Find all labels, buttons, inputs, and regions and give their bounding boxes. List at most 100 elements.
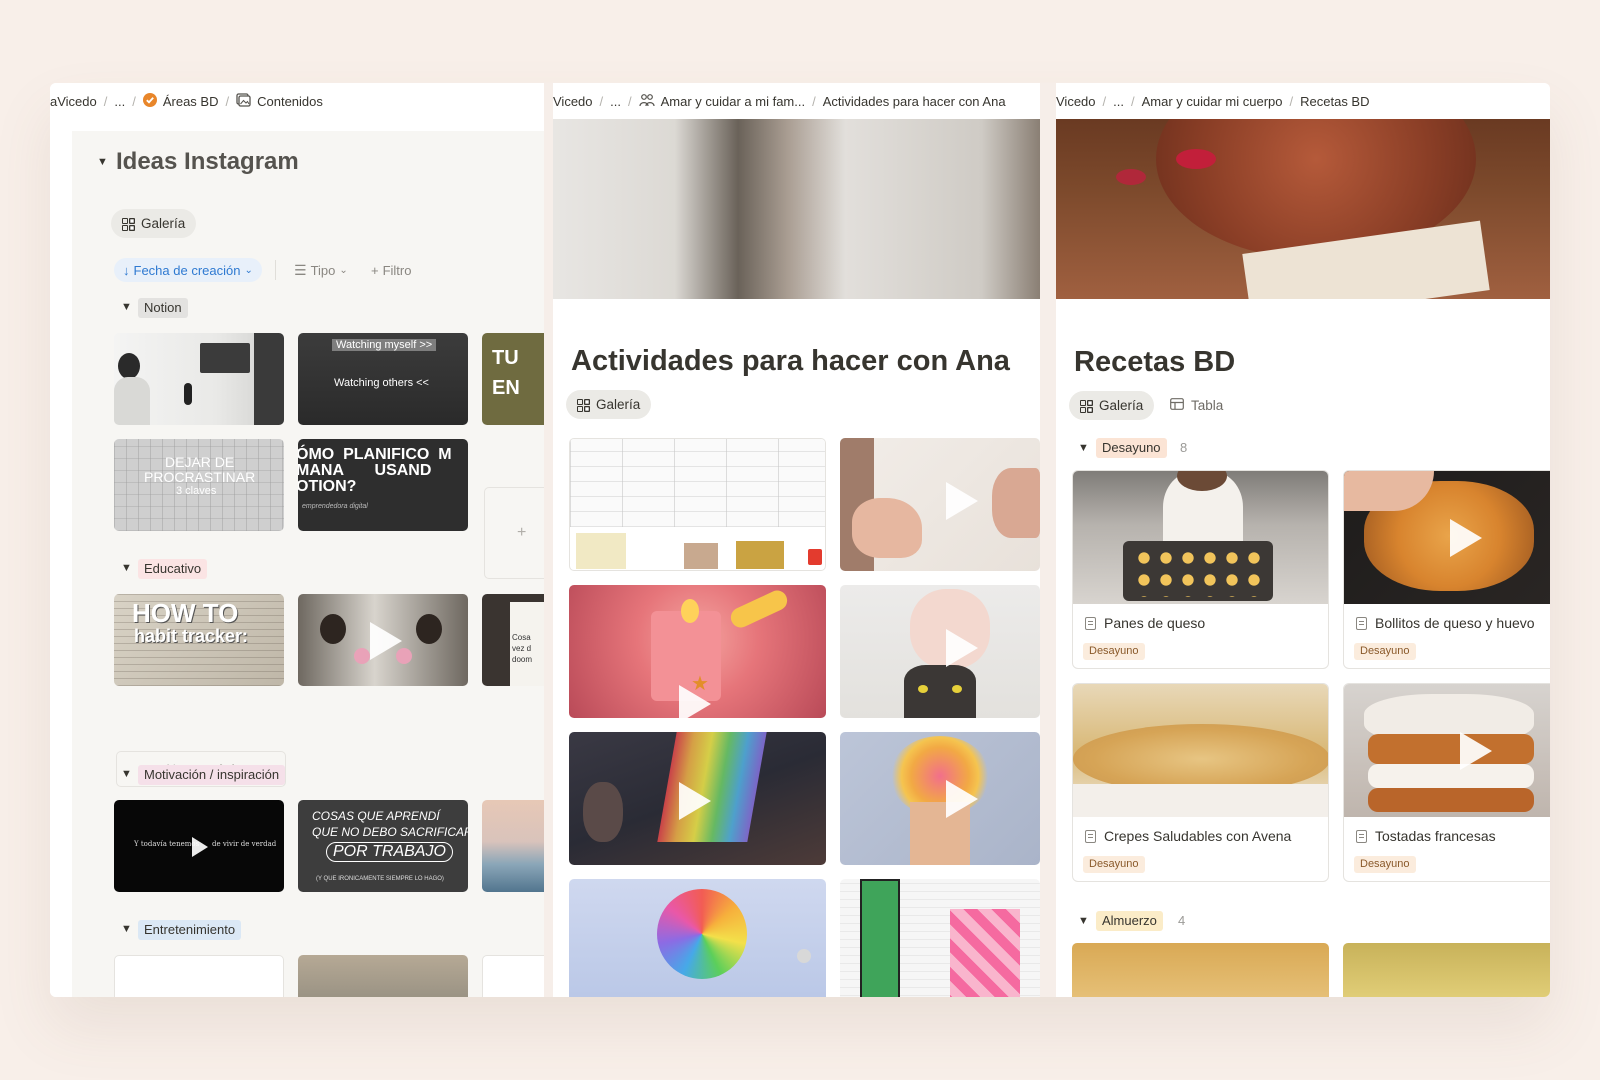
group-label-notion: Notion: [138, 298, 188, 318]
gallery-card[interactable]: [482, 955, 544, 997]
card-title: Panes de queso: [1085, 615, 1205, 631]
gallery-card[interactable]: COSAS QUE APRENDÍ QUE NO DEBO SACRIFICAR…: [298, 800, 468, 892]
group-toggle-icon[interactable]: ▼: [1078, 915, 1089, 927]
play-icon: [370, 622, 402, 660]
gallery-card[interactable]: [114, 955, 284, 997]
group-label-desayuno: Desayuno: [1096, 438, 1167, 458]
thumb-caption: POR TRABAJO: [326, 842, 453, 862]
sort-label: Fecha de creación: [133, 262, 241, 278]
view-tab-galeria[interactable]: Galería: [111, 209, 197, 238]
breadcrumb-ellipsis[interactable]: ...: [610, 94, 621, 109]
gallery-card[interactable]: ★: [569, 585, 826, 718]
album-icon: [236, 92, 251, 110]
breadcrumb-actividades[interactable]: Actividades para hacer con Ana: [823, 94, 1006, 109]
thumb-caption: Watching others <<: [334, 377, 429, 389]
gallery-card[interactable]: Bollitos de queso y huevo Desayuno: [1343, 470, 1550, 669]
play-icon: [946, 482, 978, 520]
view-tab-galeria[interactable]: Galería: [566, 390, 652, 419]
gallery-card[interactable]: [569, 438, 826, 571]
page-cover: [1056, 119, 1550, 299]
gallery-card[interactable]: Y todavía tenemos de vivir de verdad: [114, 800, 284, 892]
tag-desayuno: Desayuno: [1354, 643, 1416, 660]
add-filter-label: Filtro: [382, 262, 412, 278]
thumb-caption: ÓMO PLANIFICO M MANA USAND OTION?: [298, 446, 452, 495]
view-tab-label: Tabla: [1191, 398, 1224, 413]
gallery-card[interactable]: [298, 955, 468, 997]
play-icon: [946, 629, 978, 667]
view-tab-label: Galería: [141, 216, 186, 231]
view-tab-galeria[interactable]: Galería: [1069, 391, 1155, 420]
breadcrumb-areas[interactable]: Áreas BD: [163, 94, 219, 109]
breadcrumb-workspace[interactable]: aVicedo: [50, 94, 97, 109]
family-icon: [639, 93, 655, 110]
gallery-card[interactable]: [1072, 943, 1329, 997]
table-icon: [1170, 398, 1184, 413]
thumb-caption: Watching myself >>: [332, 339, 437, 351]
gallery-card[interactable]: [482, 800, 544, 892]
breadcrumb-workspace[interactable]: Vicedo: [553, 94, 593, 109]
gallery-card[interactable]: [569, 732, 826, 865]
breadcrumb-ellipsis[interactable]: ...: [114, 94, 125, 109]
panel-actividades-ana: Vicedo / ... / Amar y cuidar a mi fam...…: [553, 83, 1040, 997]
thumb-caption: habit tracker:: [134, 626, 249, 646]
play-icon: [679, 782, 711, 820]
gallery-card[interactable]: ÓMO PLANIFICO M MANA USAND OTION? empren…: [298, 439, 468, 531]
tag-desayuno: Desayuno: [1354, 856, 1416, 873]
breadcrumb-amar-familia[interactable]: Amar y cuidar a mi fam...: [661, 94, 805, 109]
gallery-card[interactable]: [114, 333, 284, 425]
add-filter-button[interactable]: + Filtro: [371, 258, 411, 282]
play-icon: [679, 685, 711, 718]
gallery-card[interactable]: Tostadas francesas Desayuno: [1343, 683, 1550, 882]
breadcrumb-contenidos[interactable]: Contenidos: [257, 94, 323, 109]
breadcrumb-amar-cuerpo[interactable]: Amar y cuidar mi cuerpo: [1142, 94, 1283, 109]
gallery-card[interactable]: [840, 879, 1040, 997]
group-toggle-icon[interactable]: ▼: [121, 768, 132, 780]
gallery-card[interactable]: Panes de queso Desayuno: [1072, 470, 1329, 669]
gallery-card[interactable]: Watching myself >> Watching others <<: [298, 333, 468, 425]
thumb-caption: de vivir de verdad: [212, 840, 277, 848]
gallery-card[interactable]: [840, 732, 1040, 865]
view-tab-label: Galería: [1099, 398, 1144, 413]
view-tab-tabla[interactable]: Tabla: [1170, 391, 1223, 420]
breadcrumb: Vicedo / ... / Amar y cuidar mi cuerpo /…: [1056, 93, 1370, 109]
gallery-card[interactable]: [1343, 943, 1550, 997]
card-title-text: Panes de queso: [1104, 615, 1206, 631]
tag-desayuno: Desayuno: [1083, 856, 1145, 873]
database-title: Ideas Instagram: [116, 148, 299, 175]
group-toggle-icon[interactable]: ▼: [121, 923, 132, 935]
panel-ideas-instagram: aVicedo / ... / Áreas BD / Contenidos ▼ …: [50, 83, 544, 997]
gallery-card[interactable]: Cosa vez d doom: [482, 594, 544, 686]
gallery-icon: [122, 217, 134, 231]
add-card-button[interactable]: +: [484, 487, 544, 579]
tag-desayuno: Desayuno: [1083, 643, 1145, 660]
breadcrumb-ellipsis[interactable]: ...: [1113, 94, 1124, 109]
group-count: 8: [1180, 440, 1188, 455]
thumb-caption: (Y QUE IRONICAMENTE SIEMPRE LO HAGO): [316, 876, 444, 882]
gallery-card[interactable]: [840, 585, 1040, 718]
card-cover: [1073, 471, 1328, 604]
group-toggle-icon[interactable]: ▼: [121, 562, 132, 574]
arrow-down-icon: ↓: [123, 262, 130, 278]
group-toggle-icon[interactable]: ▼: [1078, 442, 1089, 454]
gallery-card[interactable]: Crepes Saludables con Avena Desayuno: [1072, 683, 1329, 882]
gallery-card[interactable]: TU EN: [482, 333, 544, 425]
card-cover: [1344, 684, 1550, 817]
play-icon: [192, 837, 208, 857]
collapse-toggle-icon[interactable]: ▼: [97, 156, 108, 168]
linked-database-block: ▼ Ideas Instagram Galería ↓ Fecha de cre…: [72, 131, 544, 997]
gallery-card[interactable]: [569, 879, 826, 997]
group-label-almuerzo: Almuerzo: [1096, 911, 1163, 931]
plus-icon: +: [371, 262, 379, 278]
card-title-text: Crepes Saludables con Avena: [1104, 828, 1292, 844]
group-label-educativo: Educativo: [138, 559, 208, 579]
group-toggle-icon[interactable]: ▼: [121, 301, 132, 313]
gallery-card[interactable]: [298, 594, 468, 686]
breadcrumb-workspace[interactable]: Vicedo: [1056, 94, 1096, 109]
gallery-card[interactable]: HOW TO habit tracker:: [114, 594, 284, 686]
page-icon: [1356, 829, 1367, 843]
gallery-card[interactable]: DEJAR DE PROCRASTINAR 3 claves: [114, 439, 284, 531]
gallery-card[interactable]: [840, 438, 1040, 571]
breadcrumb-recetas[interactable]: Recetas BD: [1300, 94, 1369, 109]
sort-chip[interactable]: ↓ Fecha de creación ⌄: [114, 258, 262, 282]
filter-tipo[interactable]: ☰ Tipo ⌄: [294, 258, 348, 282]
